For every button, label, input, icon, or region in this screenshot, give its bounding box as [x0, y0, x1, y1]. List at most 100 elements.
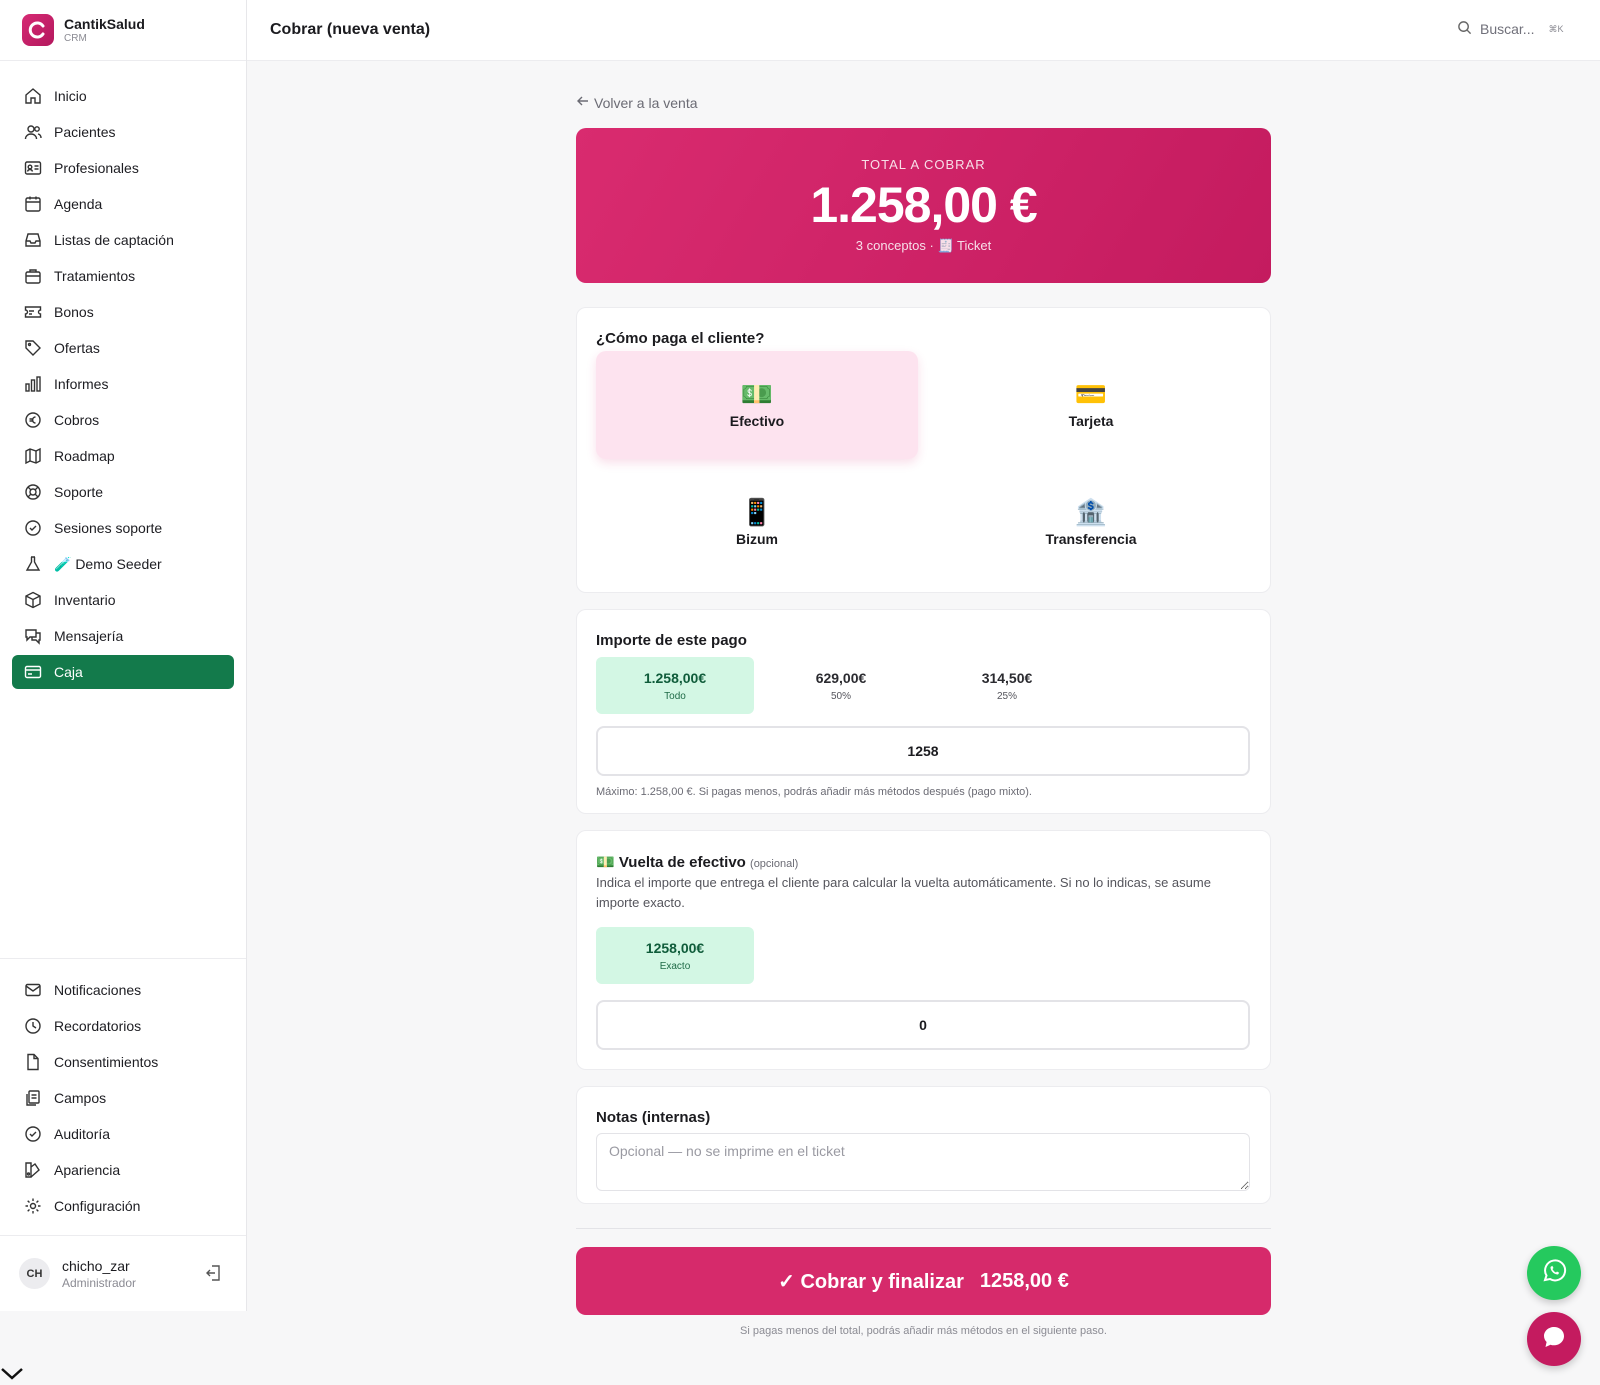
sidebar-item-soporte[interactable]: Soporte [12, 475, 234, 509]
sidebar-item-label: Caja [54, 664, 83, 680]
cash-given-input[interactable] [596, 1000, 1250, 1050]
sidebar-item-demo-seeder[interactable]: 🧪 Demo Seeder [12, 547, 234, 581]
method-efectivo[interactable]: 💵 Efectivo [596, 351, 918, 459]
sidebar-item-listas-captacion[interactable]: Listas de captación [12, 223, 234, 257]
whatsapp-icon [1540, 1257, 1568, 1290]
sidebar-item-informes[interactable]: Informes [12, 367, 234, 401]
calendar-icon [24, 195, 42, 213]
mail-icon [24, 981, 42, 999]
notes-title: Notas (internas) [596, 1109, 711, 1126]
sidebar-item-agenda[interactable]: Agenda [12, 187, 234, 221]
clock-icon [24, 1017, 42, 1035]
chip-sub: Exacto [659, 960, 691, 972]
sidebar-item-label: Recordatorios [54, 1018, 142, 1034]
sidebar-item-label: Configuración [54, 1198, 141, 1214]
top-bar: Cobrar (nueva venta) Buscar... ⌘K [247, 0, 1600, 61]
sidebar: CantikSalud CRM Inicio Pacientes Profesi… [0, 0, 247, 1311]
sidebar-item-sesiones-soporte[interactable]: Sesiones soporte [12, 511, 234, 545]
documents-icon [24, 1089, 42, 1107]
total-amount: 1.258,00 € [810, 177, 1037, 233]
palette-icon [24, 1161, 42, 1179]
chip-value: 1.258,00€ [643, 669, 707, 686]
secondary-nav: Notificaciones Recordatorios Consentimie… [0, 958, 246, 1225]
method-transferencia[interactable]: 🏦 Transferencia [930, 469, 1252, 577]
method-bizum[interactable]: 📱 Bizum [596, 469, 918, 577]
sidebar-item-label: Mensajería [54, 628, 124, 644]
sidebar-item-label: Agenda [54, 196, 103, 212]
amount-title: Importe de este pago [596, 632, 747, 649]
chat-bubbles-icon [24, 627, 42, 645]
sidebar-item-campos[interactable]: Campos [12, 1081, 234, 1115]
chip-value: 314,50€ [981, 669, 1033, 686]
charge-button-amount: 1258,00 € [979, 1269, 1069, 1292]
total-card: TOTAL A COBRAR 1.258,00 € 3 conceptos · … [576, 128, 1271, 283]
search-box[interactable]: Buscar... ⌘K [1457, 20, 1563, 38]
arrow-left-icon [576, 94, 590, 111]
sidebar-item-tratamientos[interactable]: Tratamientos [12, 259, 234, 293]
sidebar-item-inventario[interactable]: Inventario [12, 583, 234, 617]
sidebar-item-recordatorios[interactable]: Recordatorios [12, 1009, 234, 1043]
cash-icon: 💵 [596, 854, 615, 871]
sidebar-item-label: Listas de captación [54, 232, 174, 248]
user-role: Administrador [62, 1275, 137, 1290]
amount-chip-full[interactable]: 1.258,00€ Todo [596, 657, 754, 714]
bank-icon: 🏦 [1074, 497, 1108, 527]
ticket-icon [24, 303, 42, 321]
sidebar-item-profesionales[interactable]: Profesionales [12, 151, 234, 185]
sidebar-item-inicio[interactable]: Inicio [12, 79, 234, 113]
amount-card: Importe de este pago 1.258,00€ Todo 629,… [576, 609, 1271, 814]
credit-card-icon: 💳 [1074, 379, 1108, 409]
notes-textarea[interactable] [596, 1133, 1250, 1191]
chip-sub: 25% [996, 690, 1017, 702]
sidebar-item-apariencia[interactable]: Apariencia [12, 1153, 234, 1187]
sidebar-item-label: Informes [54, 376, 109, 392]
payment-method-title: ¿Cómo paga el cliente? [596, 330, 765, 347]
sidebar-item-ofertas[interactable]: Ofertas [12, 331, 234, 365]
method-label: Efectivo [729, 413, 785, 429]
sidebar-item-label: Notificaciones [54, 982, 142, 998]
whatsapp-button[interactable] [1527, 1246, 1581, 1300]
brand[interactable]: CantikSalud CRM [0, 0, 246, 61]
search-shortcut: ⌘K [1548, 23, 1564, 34]
charge-finish-button[interactable]: ✓ Cobrar y finalizar 1258,00 € [576, 1247, 1271, 1315]
sidebar-item-consentimientos[interactable]: Consentimientos [12, 1045, 234, 1079]
change-chip-exact[interactable]: 1258,00€ Exacto [596, 927, 754, 984]
sidebar-item-label: Campos [54, 1090, 107, 1106]
sidebar-item-caja[interactable]: Caja [12, 655, 234, 689]
home-icon [24, 87, 42, 105]
sidebar-item-label: Tratamientos [54, 268, 136, 284]
check-badge-icon [24, 519, 42, 537]
sidebar-item-auditoria[interactable]: Auditoría [12, 1117, 234, 1151]
logout-icon[interactable] [205, 1264, 223, 1287]
document-icon [24, 1053, 42, 1071]
inbox-icon [24, 231, 42, 249]
sidebar-item-label: Consentimientos [54, 1054, 159, 1070]
sidebar-item-mensajeria[interactable]: Mensajería [12, 619, 234, 653]
sidebar-item-label: Soporte [54, 484, 104, 500]
sidebar-item-bonos[interactable]: Bonos [12, 295, 234, 329]
chevron-down-icon[interactable] [0, 1366, 26, 1385]
amount-chip-quarter[interactable]: 314,50€ 25% [928, 657, 1086, 714]
chip-value: 1258,00€ [645, 939, 705, 956]
sidebar-item-cobros[interactable]: Cobros [12, 403, 234, 437]
map-icon [24, 447, 42, 465]
shield-check-icon [24, 1125, 42, 1143]
chat-button[interactable] [1527, 1312, 1581, 1366]
footnote: Si pagas menos del total, podrás añadir … [740, 1325, 1107, 1337]
amount-input[interactable] [596, 726, 1250, 776]
total-meta: 3 conceptos · 🧾 Ticket [855, 238, 992, 253]
sidebar-item-notificaciones[interactable]: Notificaciones [12, 973, 234, 1007]
cash-icon: 💵 [740, 379, 774, 409]
notes-card: Notas (internas) [576, 1086, 1271, 1204]
sidebar-item-pacientes[interactable]: Pacientes [12, 115, 234, 149]
avatar: CH [19, 1258, 50, 1289]
sidebar-item-label: Profesionales [54, 160, 139, 176]
change-card: 💵 Vuelta de efectivo (opcional) Indica e… [576, 830, 1271, 1070]
sidebar-item-label: Inventario [54, 592, 116, 608]
sidebar-item-roadmap[interactable]: Roadmap [12, 439, 234, 473]
amount-chip-half[interactable]: 629,00€ 50% [762, 657, 920, 714]
method-tarjeta[interactable]: 💳 Tarjeta [930, 351, 1252, 459]
sidebar-item-configuracion[interactable]: Configuración [12, 1189, 234, 1223]
back-link[interactable]: Volver a la venta [576, 94, 698, 111]
chip-sub: Todo [664, 690, 686, 702]
